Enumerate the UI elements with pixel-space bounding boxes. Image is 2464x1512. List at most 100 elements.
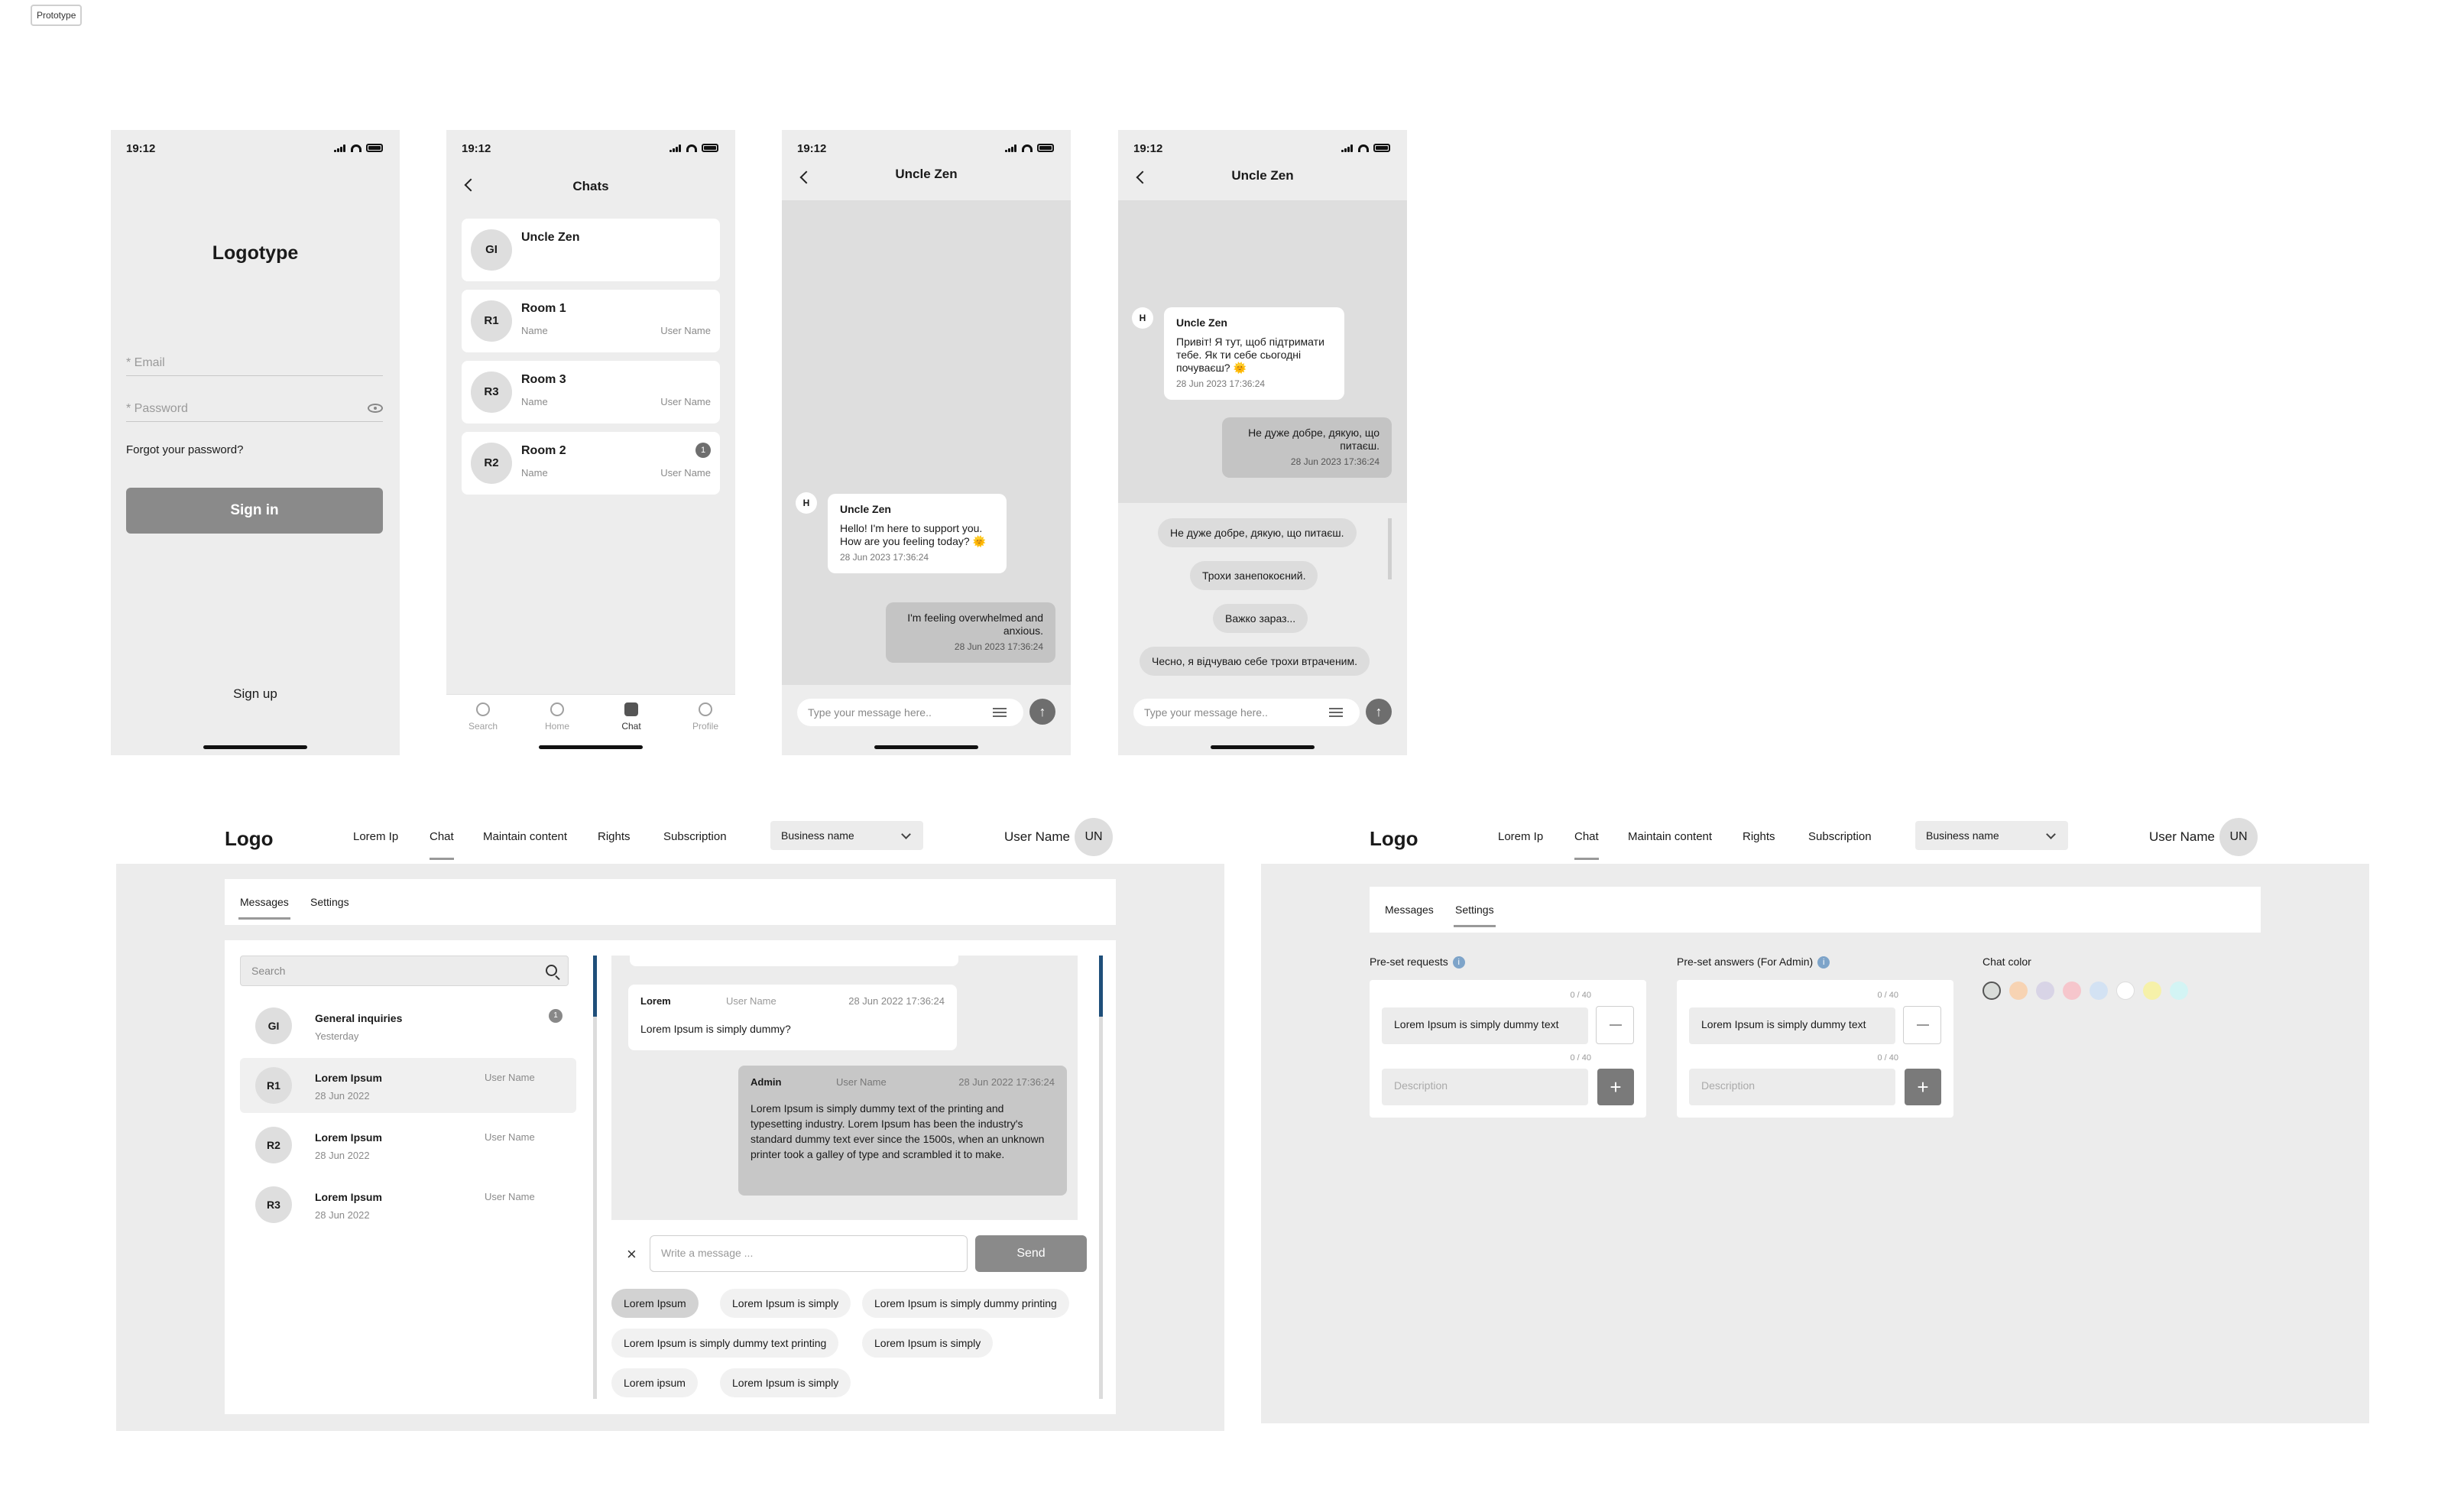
send-button[interactable]: ↑ (1366, 699, 1392, 725)
sign-up-link[interactable]: Sign up (111, 686, 400, 702)
quick-reply-chip[interactable]: Lorem Ipsum is simply (720, 1289, 851, 1318)
chat-item[interactable]: R3 Room 3 Name User Name (462, 361, 720, 423)
outgoing-message: I'm feeling overwhelmed and anxious. 28 … (886, 602, 1055, 663)
nav-chat[interactable]: Chat (430, 830, 454, 860)
message-input[interactable]: Write a message ... (650, 1235, 968, 1272)
avatar[interactable]: UN (2219, 818, 2258, 856)
remove-button[interactable] (1596, 1006, 1634, 1044)
chat-item[interactable]: R1 Room 1 Name User Name (462, 290, 720, 352)
quick-reply-chip[interactable]: Lorem Ipsum is simply (720, 1368, 851, 1397)
info-icon[interactable]: i (1817, 956, 1830, 969)
suggestion-chip[interactable]: Важко зараз... (1213, 604, 1308, 633)
eye-icon[interactable] (368, 404, 383, 413)
message-author: Lorem (640, 995, 671, 1007)
outgoing-message: Не дуже добре, дякую, що питаєш. 28 Jun … (1222, 417, 1392, 478)
tab-profile[interactable]: Profile (682, 702, 728, 732)
tab-messages[interactable]: Messages (1385, 904, 1434, 916)
nav-maintain-content[interactable]: Maintain content (1628, 830, 1712, 843)
info-icon[interactable]: i (1452, 956, 1465, 969)
chat-title: Uncle Zen (895, 167, 958, 181)
tab-chat[interactable]: Chat (608, 702, 654, 732)
message-input[interactable]: Type your message here.. (1133, 699, 1360, 726)
color-swatch[interactable] (2143, 982, 2161, 1000)
color-swatch[interactable] (2009, 982, 2028, 1000)
email-field[interactable]: * Email (126, 352, 383, 376)
tab-settings[interactable]: Settings (310, 896, 349, 908)
char-counter: 0 / 40 (1877, 1053, 1898, 1063)
tab-home[interactable]: Home (534, 702, 580, 732)
tab-search[interactable]: Search (460, 702, 506, 732)
quick-reply-chip[interactable]: Lorem Ipsum is simply (862, 1329, 994, 1358)
message-input[interactable]: Type your message here.. (797, 699, 1023, 726)
desktop-nav: Logo Lorem Ip Chat Maintain content Righ… (1261, 818, 2369, 864)
chat-item[interactable]: R2 Room 2 1 Name User Name (462, 432, 720, 495)
prototype-tag: Prototype (31, 5, 83, 26)
nav-rights[interactable]: Rights (1743, 830, 1775, 843)
chat-item[interactable]: GI Uncle Zen (462, 219, 720, 281)
conversation-user: User Name (485, 1191, 535, 1202)
forgot-password-link[interactable]: Forgot your password? (126, 443, 243, 456)
nav-subscription[interactable]: Subscription (1808, 830, 1872, 843)
preset-answer-field[interactable]: Lorem Ipsum is simply dummy text (1689, 1007, 1895, 1044)
suggestion-chip[interactable]: Не дуже добре, дякую, що питаєш. (1158, 518, 1357, 547)
list-icon[interactable] (1329, 708, 1343, 717)
send-button[interactable]: ↑ (1029, 699, 1055, 725)
conversation-name: Lorem Ipsum (315, 1072, 382, 1084)
conversation-item[interactable]: R3 Lorem Ipsum 28 Jun 2022 User Name (240, 1177, 576, 1232)
scrollbar[interactable] (593, 956, 597, 1017)
quick-reply-chip[interactable]: Lorem Ipsum is simply dummy text printin… (611, 1329, 839, 1358)
message-time: 28 Jun 2022 17:36:24 (958, 1076, 1055, 1088)
quick-reply-chip[interactable]: Lorem Ipsum (611, 1289, 699, 1318)
nav-lorem-ip[interactable]: Lorem Ip (353, 830, 398, 843)
battery-icon (366, 144, 383, 152)
color-swatch[interactable] (1983, 982, 2001, 1000)
message-time: 28 Jun 2022 17:36:24 (848, 995, 945, 1007)
description-field[interactable]: Description (1689, 1069, 1895, 1105)
business-select[interactable]: Business name (1915, 821, 2068, 850)
conversation-item[interactable]: GI General inquiries Yesterday 1 (240, 998, 576, 1053)
color-swatch[interactable] (2090, 982, 2108, 1000)
login-screen: 19:12 Logotype * Email * Password Forgot… (111, 130, 400, 755)
send-button[interactable]: Send (975, 1235, 1087, 1272)
sign-in-button[interactable]: Sign in (126, 488, 383, 534)
suggestion-chip[interactable]: Чесно, я відчуваю себе трохи втраченим. (1140, 647, 1370, 676)
color-swatch[interactable] (2170, 982, 2188, 1000)
chat-color-label: Chat color (1983, 956, 2031, 968)
quick-reply-chip[interactable]: Lorem Ipsum is simply dummy printing (862, 1289, 1069, 1318)
tab-settings[interactable]: Settings (1454, 904, 1496, 927)
add-button[interactable]: + (1905, 1069, 1941, 1105)
scrollbar[interactable] (1388, 518, 1392, 579)
nav-maintain-content[interactable]: Maintain content (483, 830, 567, 843)
business-select[interactable]: Business name (770, 821, 923, 850)
password-field[interactable]: * Password (126, 397, 383, 422)
message-text: Lorem Ipsum is simply dummy? (640, 1023, 791, 1035)
message-time: 28 Jun 2023 17:36:24 (1176, 378, 1266, 389)
conversation-user: User Name (485, 1072, 535, 1083)
search-input[interactable]: Search (240, 956, 569, 986)
conversation-item[interactable]: R1 Lorem Ipsum 28 Jun 2022 User Name (240, 1058, 576, 1113)
status-bar: 19:12 (782, 130, 1071, 168)
description-field[interactable]: Description (1382, 1069, 1588, 1105)
conversation-item[interactable]: R2 Lorem Ipsum 28 Jun 2022 User Name (240, 1118, 576, 1173)
color-swatch[interactable] (2036, 982, 2054, 1000)
nav-rights[interactable]: Rights (598, 830, 631, 843)
conversation-name: Lorem Ipsum (315, 1191, 382, 1203)
suggestion-chip[interactable]: Трохи занепокоєний. (1190, 561, 1318, 590)
search-icon[interactable] (546, 965, 557, 976)
nav-subscription[interactable]: Subscription (663, 830, 727, 843)
nav-chat[interactable]: Chat (1574, 830, 1599, 860)
scrollbar[interactable] (1099, 956, 1103, 1017)
remove-button[interactable] (1903, 1006, 1941, 1044)
preset-request-field[interactable]: Lorem Ipsum is simply dummy text (1382, 1007, 1588, 1044)
close-icon[interactable]: × (627, 1244, 637, 1264)
add-button[interactable]: + (1597, 1069, 1634, 1105)
tab-messages[interactable]: Messages (238, 896, 290, 920)
quick-reply-chip[interactable]: Lorem ipsum (611, 1368, 698, 1397)
color-swatch[interactable] (2116, 982, 2135, 1000)
nav-lorem-ip[interactable]: Lorem Ip (1498, 830, 1543, 843)
color-swatch[interactable] (2063, 982, 2081, 1000)
avatar: GI (471, 229, 512, 271)
list-icon[interactable] (993, 708, 1007, 717)
message-author: Admin (751, 1076, 782, 1088)
avatar[interactable]: UN (1075, 818, 1113, 856)
